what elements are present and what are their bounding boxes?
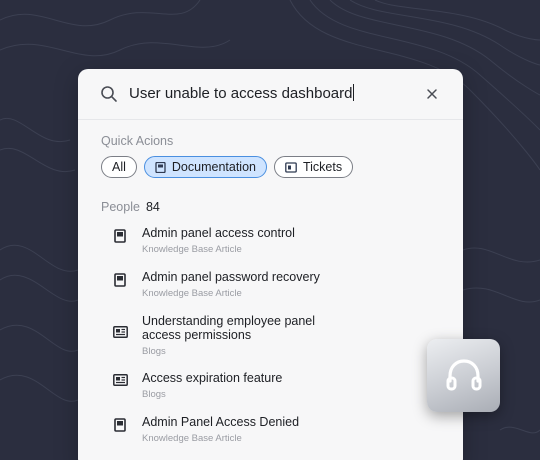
search-input[interactable]: User unable to access dashboard bbox=[129, 83, 409, 105]
result-title: Admin panel password recovery bbox=[142, 270, 320, 284]
book-icon bbox=[114, 418, 126, 432]
result-subtitle: Blogs bbox=[142, 389, 166, 400]
book-icon bbox=[155, 161, 166, 173]
text-caret bbox=[353, 84, 355, 101]
newspaper-icon bbox=[112, 326, 128, 338]
book-icon bbox=[114, 229, 126, 243]
chip-all-label: All bbox=[112, 160, 126, 174]
result-subtitle: Blogs bbox=[142, 346, 166, 357]
chip-all[interactable]: All bbox=[101, 156, 137, 178]
newspaper-icon bbox=[112, 374, 128, 386]
close-icon[interactable] bbox=[424, 86, 440, 102]
result-item[interactable]: Admin panel password recovery Knowledge … bbox=[101, 270, 441, 299]
result-item[interactable]: Admin panel access control Knowledge Bas… bbox=[101, 226, 441, 255]
search-divider bbox=[78, 119, 463, 120]
result-title: Admin Panel Access Denied bbox=[142, 415, 300, 429]
result-title: Understanding employee panel access perm… bbox=[142, 314, 316, 342]
result-subtitle: Knowledge Base Article bbox=[142, 244, 242, 255]
quick-actions-label: Quick Acions bbox=[101, 134, 174, 148]
result-title: Access expiration feature bbox=[142, 371, 283, 385]
search-panel: User unable to access dashboard Quick Ac… bbox=[78, 69, 463, 460]
headset-icon bbox=[446, 358, 481, 390]
search-bar[interactable]: User unable to access dashboard bbox=[78, 69, 463, 119]
search-query: User unable to access dashboard bbox=[129, 85, 353, 102]
ticket-icon bbox=[285, 161, 297, 173]
chip-documentation-label: Documentation bbox=[171, 160, 256, 174]
result-item[interactable]: Access expiration feature Blogs bbox=[101, 371, 441, 400]
search-icon bbox=[101, 86, 117, 102]
people-label: People bbox=[101, 200, 140, 214]
chip-documentation[interactable]: Documentation bbox=[143, 156, 267, 178]
result-item[interactable]: Admin Panel Access Denied Knowledge Base… bbox=[101, 415, 441, 444]
people-section-header: People 84 bbox=[101, 200, 160, 214]
chip-tickets[interactable]: Tickets bbox=[273, 156, 354, 178]
result-subtitle: Knowledge Base Article bbox=[142, 433, 242, 444]
people-count: 84 bbox=[145, 200, 160, 214]
result-subtitle: Knowledge Base Article bbox=[142, 288, 242, 299]
result-title: Admin panel access control bbox=[142, 226, 295, 240]
result-item[interactable]: Understanding employee panel access perm… bbox=[101, 314, 331, 357]
chip-tickets-label: Tickets bbox=[302, 160, 343, 174]
support-headset-button[interactable] bbox=[427, 339, 500, 412]
book-icon bbox=[114, 273, 126, 287]
filter-chips: All Documentation Tickets bbox=[101, 156, 354, 178]
